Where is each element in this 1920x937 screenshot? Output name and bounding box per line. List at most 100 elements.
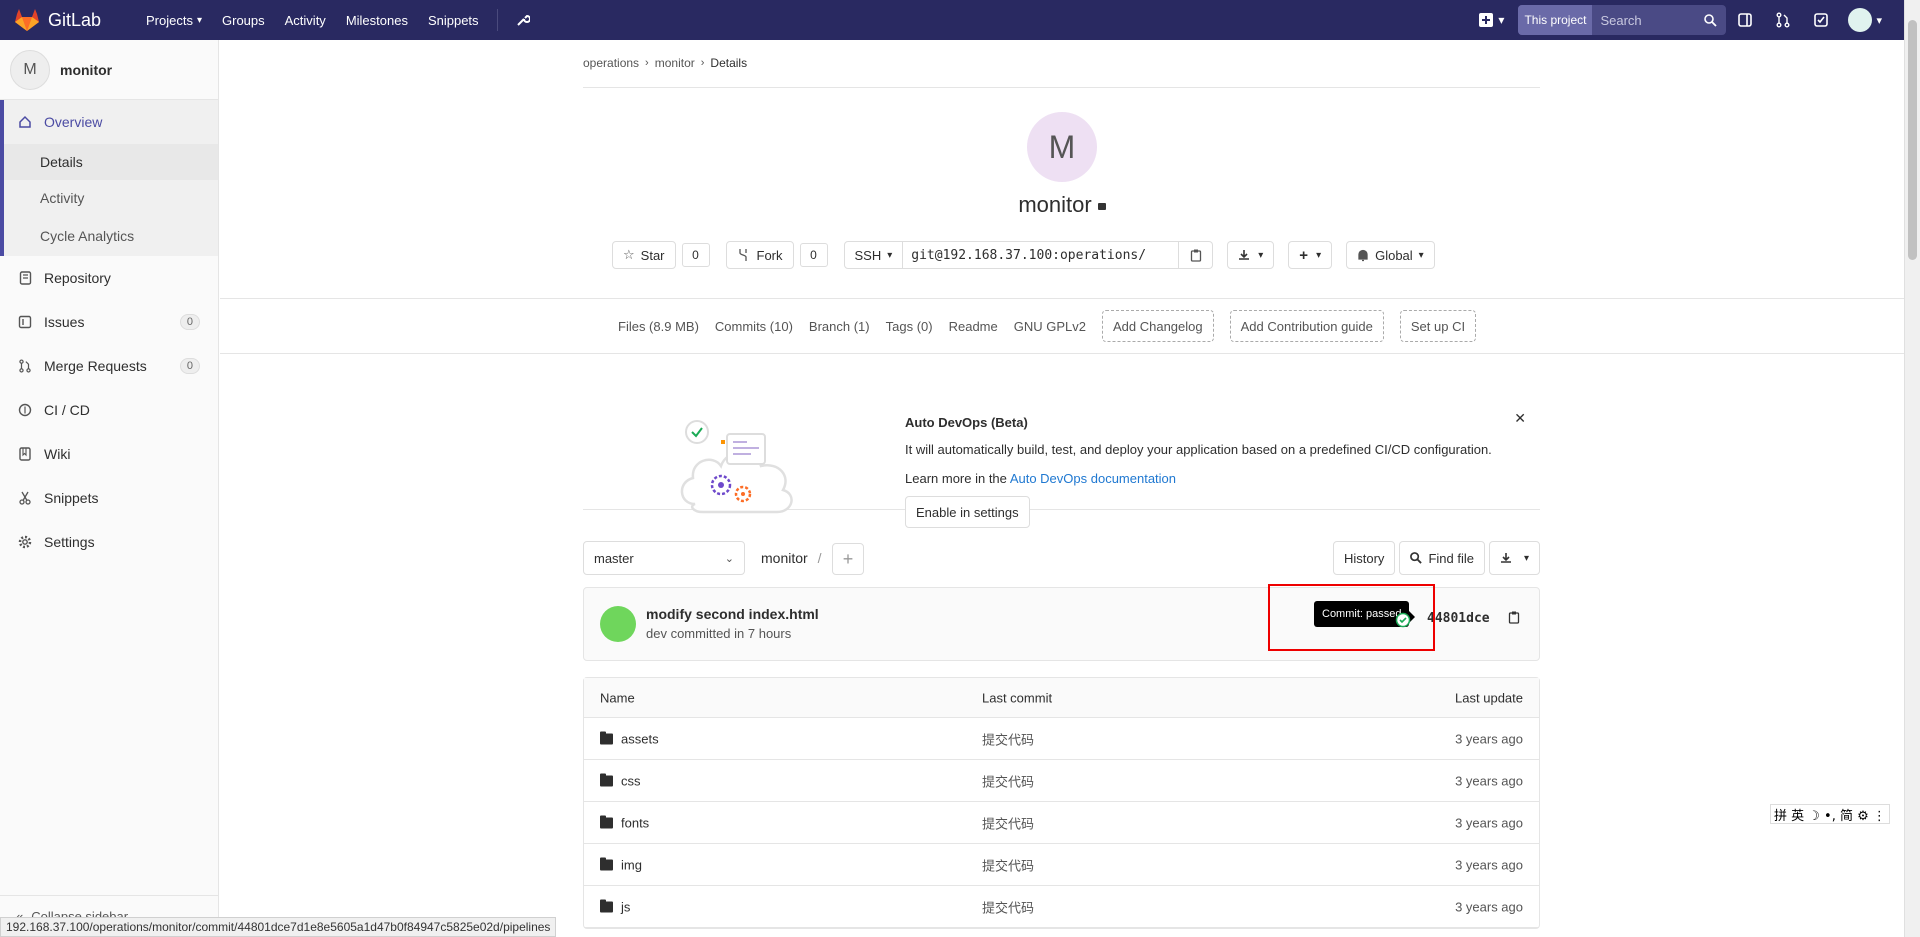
- fork-button[interactable]: Fork: [725, 241, 794, 269]
- brand-name: GitLab: [48, 9, 102, 30]
- breadcrumb-operations[interactable]: operations: [583, 56, 639, 70]
- folder-icon: [600, 773, 613, 786]
- stat-license[interactable]: GNU GPLv2: [1014, 319, 1086, 334]
- devops-learn-more: Learn more in the Auto DevOps documentat…: [905, 471, 1176, 486]
- add-dropdown[interactable]: + ▾: [1288, 241, 1333, 269]
- nav-groups-label: Groups: [222, 12, 265, 28]
- nav-milestones[interactable]: Milestones: [336, 0, 418, 40]
- table-row[interactable]: css 提交代码 3 years ago: [584, 760, 1539, 802]
- clone-protocol-dropdown[interactable]: SSH ▾: [843, 241, 904, 269]
- browser-status-url: 192.168.37.100/operations/monitor/commit…: [0, 917, 557, 937]
- rocket-icon: [16, 403, 34, 417]
- add-to-tree-button[interactable]: +: [832, 543, 864, 575]
- table-row[interactable]: assets 提交代码 3 years ago: [584, 718, 1539, 760]
- last-commit-link[interactable]: 提交代码: [982, 813, 1034, 832]
- last-commit-link[interactable]: 提交代码: [982, 729, 1034, 748]
- merge-request-icon[interactable]: [1764, 0, 1802, 40]
- sidebar-subitem-cycle-analytics[interactable]: Cycle Analytics: [4, 216, 218, 256]
- last-commit-link[interactable]: 提交代码: [982, 771, 1034, 790]
- repo-path-root[interactable]: monitor: [761, 550, 808, 566]
- scrollbar-thumb[interactable]: [1908, 20, 1917, 260]
- sidebar-item-overview[interactable]: Overview: [4, 100, 218, 144]
- notification-label: Global: [1375, 247, 1413, 263]
- chevron-down-icon: ▾: [1876, 14, 1882, 27]
- new-dropdown-button[interactable]: ▾: [1478, 12, 1504, 28]
- clone-group: SSH ▾ git@192.168.37.100:operations/: [843, 241, 1214, 269]
- sidebar-project-header[interactable]: M monitor: [0, 40, 218, 100]
- issues-icon: [16, 315, 34, 329]
- folder-link[interactable]: js: [600, 899, 630, 914]
- folder-link[interactable]: fonts: [600, 815, 649, 830]
- sidebar-item-snippets[interactable]: Snippets: [0, 476, 218, 520]
- stat-commits[interactable]: Commits (10): [715, 319, 793, 334]
- last-commit-link[interactable]: 提交代码: [982, 897, 1034, 916]
- ime-toolbar[interactable]: 拼 英 ☽ •, 简 ⚙ ⋮: [1770, 804, 1890, 824]
- enable-in-settings-button[interactable]: Enable in settings: [905, 496, 1030, 528]
- history-button[interactable]: History: [1332, 541, 1396, 575]
- stat-files[interactable]: Files (8.9 MB): [618, 319, 699, 334]
- project-sidebar: M monitor Overview Details Activity Cycl…: [0, 40, 219, 937]
- search-input[interactable]: [1592, 5, 1705, 35]
- sidebar-item-issues[interactable]: Issues 0: [0, 300, 218, 344]
- user-menu-button[interactable]: ▾: [1848, 8, 1882, 32]
- notification-dropdown[interactable]: Global ▾: [1346, 241, 1435, 269]
- devops-docs-link[interactable]: Auto DevOps documentation: [1010, 471, 1176, 486]
- add-contribution-guide-button[interactable]: Add Contribution guide: [1229, 310, 1384, 342]
- folder-link[interactable]: img: [600, 857, 642, 872]
- download-source-dropdown[interactable]: ▾: [1488, 541, 1540, 575]
- search-icon: [1704, 13, 1726, 27]
- commit-message-link[interactable]: modify second index.html: [646, 606, 819, 622]
- add-changelog-button[interactable]: Add Changelog: [1101, 310, 1214, 342]
- stat-readme[interactable]: Readme: [949, 319, 998, 334]
- sidebar-item-wiki[interactable]: Wiki: [0, 432, 218, 476]
- star-button[interactable]: ☆ Star: [612, 241, 676, 269]
- stat-branch[interactable]: Branch (1): [809, 319, 870, 334]
- repo-path-breadcrumb: monitor /: [761, 550, 821, 566]
- chevron-down-icon: ⌄: [724, 552, 734, 565]
- sidebar-item-ci-cd[interactable]: CI / CD: [0, 388, 218, 432]
- find-file-button[interactable]: Find file: [1399, 541, 1485, 575]
- nav-projects[interactable]: Projects ▾: [136, 0, 212, 40]
- page-scrollbar[interactable]: [1904, 0, 1920, 937]
- annotation-highlight-box: [1268, 584, 1435, 651]
- user-avatar: [1848, 8, 1873, 32]
- folder-link[interactable]: assets: [600, 731, 659, 746]
- chevron-down-icon: ▾: [1316, 249, 1322, 261]
- sidebar-toggle-icon[interactable]: [1726, 0, 1764, 40]
- setup-ci-button[interactable]: Set up CI: [1399, 310, 1477, 342]
- breadcrumb-monitor[interactable]: monitor: [655, 56, 695, 70]
- copy-url-button[interactable]: [1179, 241, 1214, 269]
- copy-sha-button[interactable]: [1508, 611, 1520, 627]
- sidebar-item-repository[interactable]: Repository: [0, 256, 218, 300]
- sidebar-item-merge-requests[interactable]: Merge Requests 0: [0, 344, 218, 388]
- star-count[interactable]: 0: [681, 243, 710, 267]
- devops-description: It will automatically build, test, and d…: [905, 442, 1492, 457]
- nav-groups[interactable]: Groups: [212, 0, 275, 40]
- folder-link[interactable]: css: [600, 773, 641, 788]
- fork-count[interactable]: 0: [799, 243, 828, 267]
- download-icon: [1500, 553, 1511, 563]
- sidebar-subitem-activity[interactable]: Activity: [4, 180, 218, 216]
- search-scope-chip[interactable]: This project: [1518, 5, 1593, 35]
- nav-snippets[interactable]: Snippets: [418, 0, 489, 40]
- last-commit-link[interactable]: 提交代码: [982, 855, 1034, 874]
- clone-url-input[interactable]: git@192.168.37.100:operations/: [903, 241, 1180, 269]
- breadcrumb-details[interactable]: Details: [710, 56, 747, 70]
- admin-area-link[interactable]: [506, 0, 540, 40]
- sidebar-subitem-details[interactable]: Details: [4, 144, 218, 180]
- commit-sha[interactable]: 44801dce: [1427, 611, 1490, 626]
- gitlab-logo-link[interactable]: GitLab: [14, 8, 136, 32]
- download-dropdown[interactable]: ▾: [1227, 241, 1275, 269]
- table-row[interactable]: fonts 提交代码 3 years ago: [584, 802, 1539, 844]
- branch-dropdown[interactable]: master ⌄: [583, 541, 745, 575]
- stat-tags[interactable]: Tags (0): [886, 319, 933, 334]
- table-row[interactable]: img 提交代码 3 years ago: [584, 844, 1539, 886]
- sidebar-item-settings[interactable]: Settings: [0, 520, 218, 564]
- commit-meta: dev committed in 7 hours: [646, 626, 792, 641]
- todos-icon[interactable]: [1802, 0, 1840, 40]
- sidebar-item-label: Merge Requests: [44, 358, 147, 374]
- table-row[interactable]: js 提交代码 3 years ago: [584, 886, 1539, 928]
- nav-activity[interactable]: Activity: [275, 0, 336, 40]
- close-icon[interactable]: ✕: [1514, 410, 1526, 427]
- fork-icon: [738, 249, 747, 261]
